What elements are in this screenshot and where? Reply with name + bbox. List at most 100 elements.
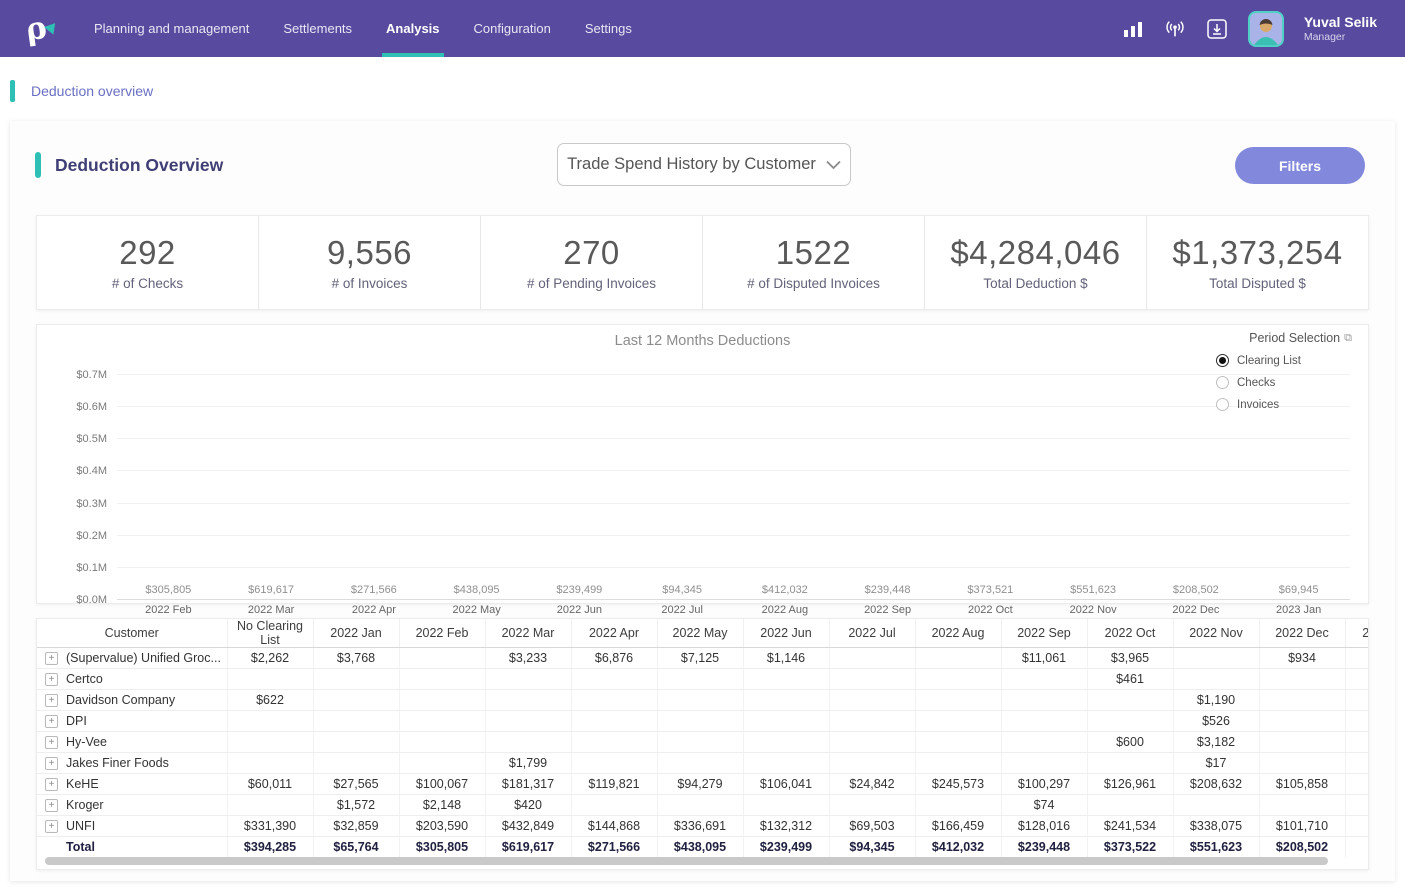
x-axis-label: 2022 Feb [117, 604, 220, 616]
download-tray-icon[interactable] [1206, 18, 1228, 40]
column-header[interactable]: 2022 Feb [399, 619, 485, 648]
column-header[interactable]: 2022 Apr [571, 619, 657, 648]
value-cell [399, 669, 485, 690]
value-cell: $7,125 [657, 648, 743, 669]
value-cell: $271,566 [571, 837, 657, 858]
value-cell [829, 648, 915, 669]
value-cell: $126,961 [1087, 774, 1173, 795]
column-header[interactable]: Customer [37, 619, 227, 648]
value-cell [915, 711, 1001, 732]
column-header[interactable]: 2022 Mar [485, 619, 571, 648]
plus-expand-icon[interactable]: + [45, 757, 58, 770]
value-cell: $461 [1087, 669, 1173, 690]
value-cell [227, 669, 313, 690]
value-cell: $106,041 [743, 774, 829, 795]
value-cell [829, 690, 915, 711]
nav-item-analysis[interactable]: Analysis [386, 0, 439, 57]
y-axis-tick: $0.2M [76, 530, 107, 542]
view-selector-dropdown[interactable]: Trade Spend History by Customer [557, 143, 851, 186]
column-header[interactable]: 2022 May [657, 619, 743, 648]
y-axis-tick: $0.5M [76, 433, 107, 445]
bar-chart-icon[interactable] [1122, 18, 1144, 40]
column-header[interactable]: 2022 Dec [1259, 619, 1345, 648]
radio-button[interactable] [1216, 376, 1229, 389]
nav-item-settings[interactable]: Settings [585, 0, 632, 57]
column-header[interactable]: 2023 Jan [1345, 619, 1368, 648]
filters-button[interactable]: Filters [1235, 147, 1365, 184]
breadcrumb-label[interactable]: Deduction overview [31, 83, 153, 99]
customer-cell: +UNFI [37, 816, 227, 837]
kpi-value: 9,556 [327, 234, 412, 272]
plus-expand-icon[interactable]: + [45, 820, 58, 833]
deductions-chart-card: Last 12 Months Deductions $0.0M$0.1M$0.2… [36, 324, 1369, 604]
kpi-cell: 1522# of Disputed Invoices [703, 216, 925, 309]
bar-value-label: $619,617 [248, 584, 294, 596]
nav-item-configuration[interactable]: Configuration [474, 0, 551, 57]
value-cell [829, 795, 915, 816]
value-cell: $60,011 [227, 774, 313, 795]
user-avatar[interactable] [1248, 11, 1284, 47]
value-cell: $432,849 [485, 816, 571, 837]
value-cell: $305,805 [399, 837, 485, 858]
expand-icon[interactable]: ⧉ [1344, 332, 1352, 345]
column-header[interactable]: 2022 Aug [915, 619, 1001, 648]
plus-expand-icon[interactable]: + [45, 799, 58, 812]
customer-name: Total [66, 840, 95, 854]
bar-value-label: $373,521 [967, 584, 1013, 596]
value-cell: $2,262 [227, 648, 313, 669]
bar-slot: $412,032 [734, 584, 837, 600]
value-cell: $420 [485, 795, 571, 816]
period-option-invoices[interactable]: Invoices [1216, 398, 1352, 411]
main-content-card: Deduction Overview Trade Spend History b… [10, 121, 1395, 881]
logo-glyph: ρ [23, 9, 48, 48]
user-info[interactable]: Yuval Selik Manager [1304, 14, 1377, 42]
plus-expand-icon[interactable]: + [45, 736, 58, 749]
kpi-value: 292 [119, 234, 176, 272]
value-cell [1259, 732, 1345, 753]
value-cell [485, 690, 571, 711]
column-header[interactable]: 2022 Jun [743, 619, 829, 648]
table-row: +(Supervalue) Unified Groc...$2,262$3,76… [37, 648, 1368, 669]
column-header[interactable]: 2022 Jul [829, 619, 915, 648]
broadcast-icon[interactable] [1164, 18, 1186, 40]
column-header[interactable]: 2022 Oct [1087, 619, 1173, 648]
period-option-checks[interactable]: Checks [1216, 376, 1352, 389]
plus-expand-icon[interactable]: + [45, 652, 58, 665]
radio-button[interactable] [1216, 354, 1229, 367]
breadcrumb-accent-bar [10, 80, 15, 102]
plus-expand-icon[interactable]: + [45, 715, 58, 728]
kpi-cell: 292# of Checks [37, 216, 259, 309]
nav-item-settlements[interactable]: Settlements [283, 0, 352, 57]
value-cell [829, 732, 915, 753]
navbar-right: Yuval Selik Manager [1122, 11, 1405, 47]
period-option-clearing-list[interactable]: Clearing List [1216, 354, 1352, 367]
horizontal-scrollbar[interactable] [45, 857, 1328, 865]
scrollbar-thumb[interactable] [45, 857, 1328, 865]
value-cell: $27,565 [313, 774, 399, 795]
kpi-label: # of Invoices [332, 276, 408, 291]
value-cell: $551,623 [1173, 837, 1259, 858]
column-header[interactable]: 2022 Jan [313, 619, 399, 648]
value-cell: $181,317 [485, 774, 571, 795]
value-cell [1345, 711, 1368, 732]
kpi-summary-row: 292# of Checks9,556# of Invoices270# of … [36, 215, 1369, 310]
x-axis-label: 2022 Oct [939, 604, 1042, 616]
radio-button[interactable] [1216, 398, 1229, 411]
plus-expand-icon[interactable]: + [45, 778, 58, 791]
column-header[interactable]: 2022 Nov [1173, 619, 1259, 648]
nav-item-planning-and-management[interactable]: Planning and management [94, 0, 249, 57]
kpi-cell: 9,556 # of Invoices [259, 216, 481, 309]
value-cell [1259, 669, 1345, 690]
value-cell [1173, 795, 1259, 816]
app-logo[interactable]: ρ [0, 11, 72, 47]
column-header[interactable]: 2022 Sep [1001, 619, 1087, 648]
value-cell: $600 [1087, 732, 1173, 753]
value-cell: $208,632 [1173, 774, 1259, 795]
column-header[interactable]: No Clearing List [227, 619, 313, 648]
value-cell: $338,075 [1173, 816, 1259, 837]
customer-name: Kroger [66, 798, 104, 812]
plus-expand-icon[interactable]: + [45, 673, 58, 686]
value-cell: $119,821 [571, 774, 657, 795]
plus-expand-icon[interactable]: + [45, 694, 58, 707]
customer-cell: +DPI [37, 711, 227, 732]
